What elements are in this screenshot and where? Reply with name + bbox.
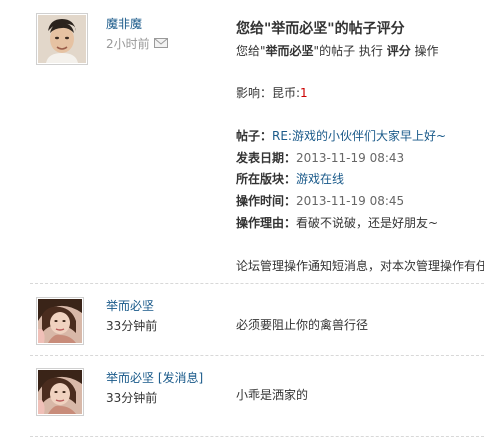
operation-time-line: 操作时间：2013-11-19 08:45 [236,192,404,209]
avatar[interactable] [36,13,88,65]
influence-label: 影响：昆币: [236,86,301,100]
summary-user-name: 举而必坚 [265,44,314,58]
post-time: 2小时前 [106,37,150,51]
operation-time-label: 操作时间： [236,194,297,208]
avatar-woman-image [38,370,82,414]
avatar-man-image [38,15,86,63]
reason-line: 操作理由：看破不说破，还是好朋友~ [236,214,438,231]
influence-line: 影响：昆币:1 [236,84,308,101]
thread-line: 帖子：RE:游戏的小伙伴们大家早上好~ [236,127,446,144]
posted-date-value: 2013-11-19 08:43 [296,151,405,165]
posted-date-label: 发表日期： [236,151,297,165]
summary-text: "的帖子 执行 [313,44,387,58]
summary-action: 评分 [386,44,411,58]
message-item: 举而必坚 [发消息] 33分钟前 小乖是洒家的 [0,355,484,437]
notification-summary: 您给"举而必坚"的帖子 执行 评分 操作 [236,42,439,59]
avatar[interactable] [36,368,84,416]
influence-value: 1 [300,86,308,100]
avatar[interactable] [36,297,84,345]
notification-footer: 论坛管理操作通知短消息，对本次管理操作有任 [236,259,484,273]
send-message-link[interactable]: [发消息] [158,371,203,385]
forum-line: 所在版块：游戏在线 [236,170,344,187]
message-text: 小乖是洒家的 [236,388,309,402]
notification-item: 魔非魔 2小时前 您给"举而必坚"的帖子评分 您给"举而必坚"的帖子 执行 评分… [0,0,484,283]
summary-text: 您给" [236,44,266,58]
thread-label: 帖子： [236,129,273,143]
message-text: 必须要阻止你的禽兽行径 [236,318,369,332]
username-link[interactable]: 举而必坚 [106,371,154,385]
reason-label: 操作理由： [236,216,297,230]
operation-time-value: 2013-11-19 08:45 [296,194,405,208]
forum-label: 所在版块： [236,172,297,186]
summary-text: 操作 [410,44,439,58]
username-link[interactable]: 魔非魔 [106,15,142,32]
post-time: 33分钟前 [106,391,158,405]
mail-icon[interactable] [154,38,168,48]
notification-title: 您给"举而必坚"的帖子评分 [236,21,405,37]
username-line: 举而必坚 [发消息] [106,369,203,386]
reason-value: 看破不说破，还是好朋友~ [296,216,439,230]
forum-link[interactable]: 游戏在线 [296,172,344,186]
username-link[interactable]: 举而必坚 [106,297,154,314]
message-item: 举而必坚 33分钟前 必须要阻止你的禽兽行径 [0,283,484,355]
post-time: 33分钟前 [106,319,158,333]
avatar-woman-image [38,299,82,343]
thread-link[interactable]: RE:游戏的小伙伴们大家早上好~ [272,129,446,143]
posted-date-line: 发表日期：2013-11-19 08:43 [236,149,404,166]
